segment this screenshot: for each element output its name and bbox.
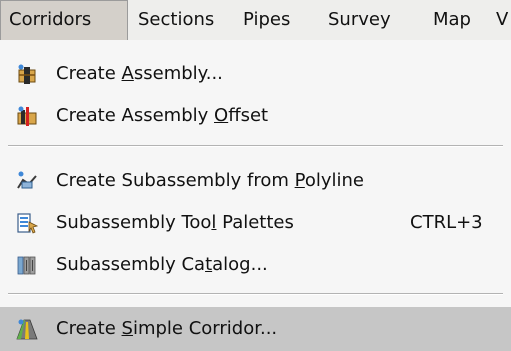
menu-survey[interactable]: Survey	[320, 0, 399, 40]
menu-item-label: Subassembly Catalog...	[56, 254, 268, 275]
subassembly-catalog-icon	[16, 254, 38, 276]
menu-item-create-assembly[interactable]: Create Assembly...	[0, 55, 511, 93]
shortcut-label: CTRL+3	[410, 212, 483, 233]
create-assembly-offset-icon	[16, 105, 38, 127]
menu-v[interactable]: V	[492, 0, 511, 40]
menu-item-subassembly-tool-palettes[interactable]: Subassembly Tool Palettes CTRL+3	[0, 204, 511, 242]
create-assembly-icon	[16, 63, 38, 85]
menu-item-label: Subassembly Tool Palettes	[56, 212, 294, 233]
subassembly-tool-palettes-icon	[16, 212, 39, 234]
corridors-dropdown-menu: Create Assembly... Create Assembly Offse…	[0, 40, 511, 351]
menu-pipes[interactable]: Pipes	[235, 0, 298, 40]
menu-item-label: Create Assembly...	[56, 63, 223, 84]
menu-item-create-simple-corridor[interactable]: Create Simple Corridor...	[0, 307, 511, 351]
menu-sections[interactable]: Sections	[130, 0, 222, 40]
menu-map[interactable]: Map	[425, 0, 479, 40]
create-simple-corridor-icon	[16, 318, 38, 340]
menu-item-label: Create Subassembly from Polyline	[56, 170, 364, 191]
menu-corridors-label: Corridors	[9, 9, 92, 30]
menu-v-label: V	[496, 9, 509, 30]
menu-item-create-assembly-offset[interactable]: Create Assembly Offset	[0, 97, 511, 135]
menu-separator	[8, 293, 503, 295]
menu-separator	[8, 145, 503, 147]
create-subassembly-from-polyline-icon	[16, 170, 38, 192]
menu-pipes-label: Pipes	[243, 9, 291, 30]
menu-item-subassembly-catalog[interactable]: Subassembly Catalog...	[0, 246, 511, 284]
menu-corridors[interactable]: Corridors	[0, 0, 128, 40]
menu-bar: Corridors Sections Pipes Survey Map V	[0, 0, 511, 41]
menu-item-create-subassembly-from-polyline[interactable]: Create Subassembly from Polyline	[0, 162, 511, 200]
menu-item-label: Create Simple Corridor...	[56, 318, 278, 339]
menu-map-label: Map	[433, 9, 471, 30]
menu-item-label: Create Assembly Offset	[56, 105, 269, 126]
menu-sections-label: Sections	[138, 9, 215, 30]
menu-survey-label: Survey	[328, 9, 391, 30]
